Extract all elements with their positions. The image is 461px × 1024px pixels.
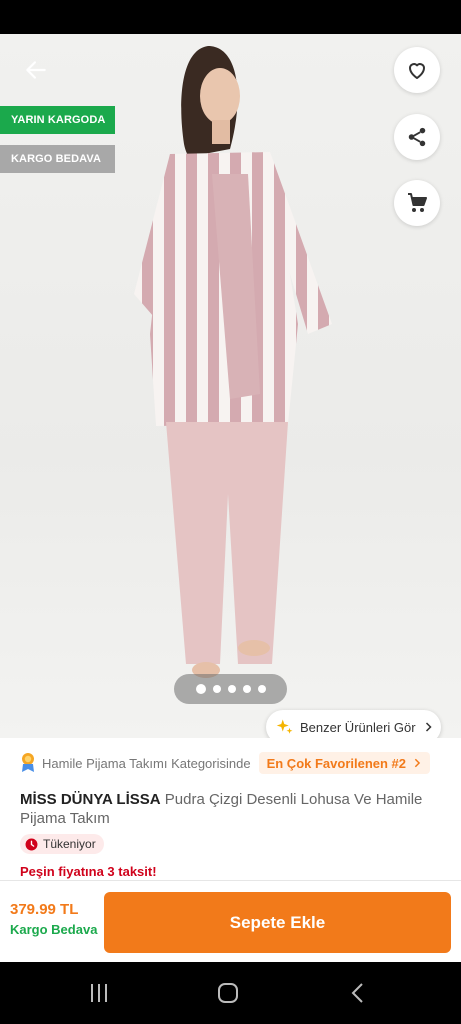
pagination-dot[interactable] xyxy=(242,685,251,693)
product-price: 379.99 TL xyxy=(10,901,79,918)
recent-apps-icon xyxy=(91,984,107,1002)
cart-icon xyxy=(408,193,427,212)
low-stock-label: Tükeniyor xyxy=(43,837,96,851)
free-shipping-label: Kargo Bedava xyxy=(10,922,98,937)
status-bar xyxy=(0,0,461,34)
product-brand[interactable]: MİSS DÜNYA LİSSA xyxy=(20,791,161,808)
sparkle-icon xyxy=(276,719,293,734)
gallery-pagination xyxy=(174,674,287,704)
category-row: Hamile Pijama Takımı Kategorisinde En Ço… xyxy=(20,752,440,774)
product-info: Hamile Pijama Takımı Kategorisinde En Ço… xyxy=(0,738,461,888)
most-favorited-pill[interactable]: En Çok Favorilenen #2 xyxy=(258,752,431,774)
clock-icon xyxy=(25,838,38,850)
back-icon xyxy=(351,983,363,1003)
cart-button[interactable] xyxy=(394,180,440,226)
product-image-gallery[interactable] xyxy=(0,34,461,738)
favorite-button[interactable] xyxy=(394,47,440,93)
product-title: MİSS DÜNYA LİSSA Pudra Çizgi Desenli Loh… xyxy=(20,790,440,828)
add-to-cart-button[interactable]: Sepete Ekle xyxy=(104,892,451,953)
system-back-button[interactable] xyxy=(338,976,378,1010)
low-stock-badge: Tükeniyor xyxy=(20,834,104,854)
share-icon xyxy=(408,127,426,147)
pagination-dot[interactable] xyxy=(227,685,236,693)
pagination-dot[interactable] xyxy=(257,685,266,693)
pagination-dot[interactable] xyxy=(212,685,221,693)
next-day-delivery-badge: YARIN KARGODA xyxy=(0,106,115,134)
back-button[interactable] xyxy=(18,52,54,88)
product-photo xyxy=(134,46,332,678)
home-button[interactable] xyxy=(208,976,248,1010)
share-button[interactable] xyxy=(394,114,440,160)
most-favorited-label: En Çok Favorilenen #2 xyxy=(266,755,407,771)
arrow-left-icon xyxy=(26,61,46,79)
pagination-dot-active[interactable] xyxy=(195,684,206,694)
category-text: Hamile Pijama Takımı Kategorisinde xyxy=(42,755,251,771)
chevron-right-icon xyxy=(425,722,432,732)
chevron-right-icon xyxy=(414,758,421,768)
purchase-bar: 379.99 TL Kargo Bedava Sepete Ekle xyxy=(0,880,461,962)
installment-text: Peşin fiyatına 3 taksit! xyxy=(20,864,157,879)
award-icon xyxy=(22,753,34,772)
free-shipping-badge: KARGO BEDAVA xyxy=(0,145,115,173)
heart-icon xyxy=(409,63,425,79)
similar-products-label: Benzer Ürünleri Gör xyxy=(300,719,416,735)
recent-apps-button[interactable] xyxy=(79,976,119,1010)
system-navigation-bar xyxy=(0,962,461,1024)
home-icon xyxy=(218,983,238,1003)
